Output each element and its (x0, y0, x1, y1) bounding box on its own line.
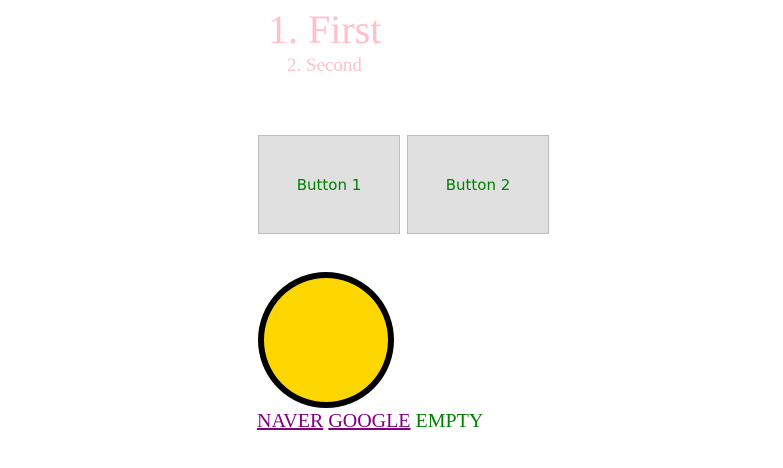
heading-second: 2. Second (287, 55, 362, 76)
empty-label: EMPTY (415, 410, 484, 432)
yellow-circle (258, 272, 394, 408)
button-1[interactable]: Button 1 (258, 135, 400, 234)
heading-first: 1. First (268, 7, 382, 52)
naver-link[interactable]: NAVER (257, 410, 323, 432)
link-row: NAVER GOOGLE EMPTY (257, 409, 483, 433)
google-link[interactable]: GOOGLE (328, 410, 410, 432)
button-2[interactable]: Button 2 (407, 135, 549, 234)
